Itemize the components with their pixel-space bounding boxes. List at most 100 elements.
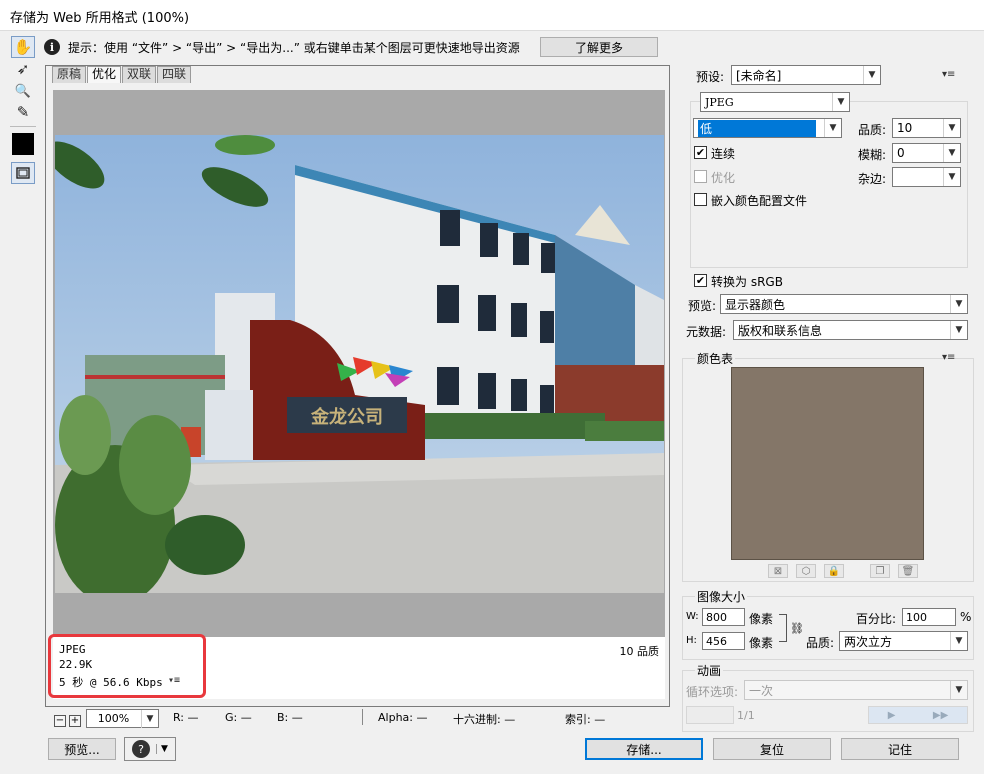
metadata-select[interactable]: 版权和联系信息 ▼ [733, 320, 968, 340]
preview-in-browser-select[interactable]: ? ▼ [124, 737, 176, 761]
width-input[interactable]: 800 [702, 608, 745, 626]
eyedropper-color-swatch[interactable] [12, 133, 34, 155]
zoom-out-button[interactable]: − [54, 712, 66, 727]
height-input[interactable]: 456 [702, 632, 745, 650]
tab-4-up[interactable]: 四联 [157, 66, 192, 83]
learn-more-button[interactable]: 了解更多 [540, 37, 658, 57]
quality-level-select[interactable]: 低 ▼ [693, 118, 842, 138]
chevron-down-icon: ▼ [863, 66, 880, 84]
animation-title: 动画 [695, 662, 724, 679]
slice-select-tool-icon[interactable]: ➶ [11, 58, 35, 80]
loop-options-select[interactable]: 一次 ▼ [744, 680, 968, 700]
chevron-down-icon: ▼ [943, 144, 960, 162]
convert-srgb-checkbox[interactable]: ✔ [694, 274, 707, 287]
blur-label: 模糊: [858, 148, 887, 162]
metadata-value: 版权和联系信息 [738, 323, 823, 338]
optimized-checkbox[interactable] [694, 170, 707, 183]
width-value: 800 [706, 610, 727, 624]
zoom-in-button[interactable]: + [69, 712, 81, 727]
chevron-down-icon: ▼ [943, 168, 960, 186]
blur-input[interactable]: 0 ▼ [892, 143, 961, 163]
frame-counter: 1/1 [737, 709, 755, 722]
reset-button[interactable]: 复位 [713, 738, 831, 760]
hand-tool-icon[interactable]: ✋ [11, 36, 35, 58]
color-table-menu-icon[interactable]: ▾≡ [942, 352, 955, 363]
progressive-label: 连续 [711, 147, 736, 161]
web-snap-icon[interactable]: ⬡ [796, 564, 816, 578]
progressive-checkbox[interactable]: ✔ [694, 146, 707, 159]
preview-button[interactable]: 预览... [48, 738, 116, 760]
alpha-readout: Alpha: — [378, 711, 428, 724]
blur-value: 0 [897, 146, 905, 160]
resample-quality-select[interactable]: 两次立方 ▼ [839, 631, 968, 651]
embed-color-profile-label: 嵌入颜色配置文件 [711, 194, 808, 208]
chevron-down-icon: ▼ [832, 93, 849, 111]
last-frame-icon[interactable]: ▶▶ [933, 710, 948, 721]
info-bar: i 提示：使用 “文件” > “导出” > “导出为...” 或右键单击某个图层… [44, 36, 975, 58]
tab-2-up[interactable]: 双联 [122, 66, 157, 83]
first-frame-button[interactable] [686, 706, 734, 724]
tab-original[interactable]: 原稿 [52, 66, 87, 83]
height-unit: 像素 [749, 636, 774, 650]
window-title: 存储为 Web 所用格式 (100%) [10, 11, 190, 26]
title-bar: 存储为 Web 所用格式 (100%) [0, 0, 984, 31]
chevron-down-icon: ▼ [950, 321, 967, 339]
embed-color-profile-checkbox[interactable] [694, 193, 707, 206]
resample-quality-label: 品质: [806, 636, 835, 650]
annotation-highlight [48, 634, 206, 698]
eyedropper-tool-icon[interactable]: ✎ [11, 101, 35, 123]
toggle-slice-visibility-icon[interactable] [11, 162, 35, 184]
metadata-label: 元数据: [686, 325, 727, 339]
remember-button[interactable]: 记住 [841, 738, 959, 760]
convert-srgb-label: 转换为 sRGB [711, 275, 783, 289]
preview-value: 显示器颜色 [725, 297, 786, 312]
color-table-swatch[interactable] [731, 367, 924, 560]
save-button[interactable]: 存储... [585, 738, 703, 760]
blue-readout: B: — [277, 711, 303, 724]
width-label: W: [686, 611, 699, 622]
info-icon: i [44, 39, 60, 55]
link-proportions-icon[interactable]: ⛓ [790, 622, 804, 635]
preview-image[interactable]: 金龙公司 [55, 135, 664, 593]
loop-options-label: 循环选项: [686, 685, 739, 699]
tool-divider [10, 126, 36, 127]
new-color-icon[interactable]: ❐ [870, 564, 890, 578]
zoom-level-value: 100% [97, 712, 130, 725]
sign-text: 金龙公司 [310, 406, 383, 428]
chevron-down-icon: ▼ [950, 632, 967, 650]
preset-value: [未命名] [736, 68, 782, 83]
readout-divider [362, 709, 363, 725]
percent-unit: % [960, 610, 972, 624]
hex-readout: 十六进制: — [453, 713, 516, 726]
output-quality: 10 品质 [619, 645, 660, 658]
map-transparent-icon[interactable]: ⊠ [768, 564, 788, 578]
optimized-label: 优化 [711, 171, 736, 185]
loop-options-value: 一次 [749, 683, 774, 698]
zoom-tool-icon[interactable]: 🔍 [11, 80, 35, 102]
preset-select[interactable]: [未命名] ▼ [731, 65, 881, 85]
preview-select[interactable]: 显示器颜色 ▼ [720, 294, 968, 314]
optimize-menu-icon[interactable]: ▾≡ [942, 69, 955, 80]
width-unit: 像素 [749, 612, 774, 626]
tab-optimized[interactable]: 优化 [87, 66, 122, 83]
height-value: 456 [706, 634, 727, 648]
next-frame-icon[interactable]: ▶ [888, 710, 896, 721]
delete-color-icon[interactable]: 🗑 [898, 564, 918, 578]
image-size-title: 图像大小 [695, 588, 748, 605]
file-format-select[interactable]: JPEG ▼ [700, 92, 850, 112]
chevron-down-icon: ▼ [141, 710, 158, 728]
matte-select[interactable]: ▼ [892, 167, 961, 187]
green-readout: G: — [225, 711, 252, 724]
quality-level-value: 低 [698, 119, 816, 137]
chevron-down-icon: ▼ [950, 295, 967, 313]
animation-playback-controls[interactable]: ▶ ▶▶ [868, 706, 968, 724]
percent-input[interactable]: 100 [902, 608, 956, 626]
browser-globe-icon: ? [132, 740, 151, 758]
resample-quality-value: 两次立方 [844, 634, 893, 649]
chevron-down-icon: ▼ [950, 681, 967, 699]
quality-input[interactable]: 10 ▼ [892, 118, 961, 138]
lock-color-icon[interactable]: 🔒 [824, 564, 844, 578]
zoom-level-select[interactable]: 100% ▼ [86, 709, 159, 728]
preview-label: 预览: [688, 299, 717, 313]
percent-value: 100 [906, 610, 927, 624]
